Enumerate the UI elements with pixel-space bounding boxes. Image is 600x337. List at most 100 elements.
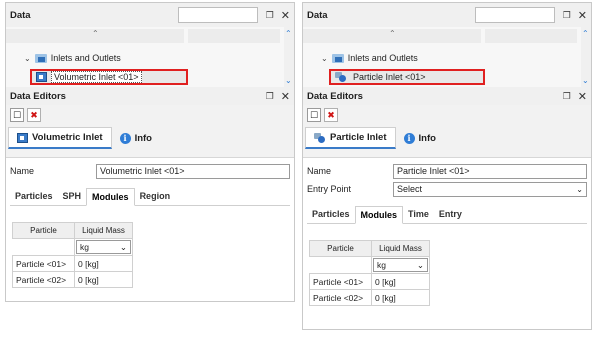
left-panel: Data ❐ ✕ ⌃ ⌃ ⌄ ⌄ Inlets and Outlets Volu… (5, 2, 295, 302)
tab-modules[interactable]: Modules (86, 188, 135, 206)
volumetric-inlet-icon (36, 72, 47, 82)
field-label: Name (10, 166, 35, 176)
collapse-caret-icon[interactable]: ⌃ (92, 29, 99, 38)
particle-inlet-icon (314, 132, 326, 143)
data-editors-title: Data Editors (10, 90, 66, 102)
sub-tabs: Particles SPH Modules Region (10, 186, 290, 206)
tab-label: Info (418, 132, 436, 144)
tree-item-label: Volumetric Inlet <01> (51, 71, 142, 83)
tree-node-inlets[interactable]: ⌄ Inlets and Outlets (321, 53, 418, 63)
data-editors-titlebar: Data Editors ❐ ✕ (6, 87, 294, 105)
close-icon[interactable]: ✕ (578, 9, 587, 22)
tab-region[interactable]: Region (135, 187, 176, 205)
unit-cell: kg ⌄ (371, 256, 430, 274)
name-field[interactable]: Volumetric Inlet <01> (96, 163, 290, 179)
tab-particles[interactable]: Particles (307, 205, 355, 223)
field-value: Select (397, 184, 423, 194)
collapse-caret-icon[interactable]: ⌃ (389, 29, 396, 38)
chevron-down-icon: ⌄ (416, 259, 424, 270)
close-icon[interactable]: ✕ (578, 90, 587, 103)
column-header-liquid-mass: Liquid Mass (74, 222, 133, 239)
tab-sph[interactable]: SPH (58, 187, 87, 205)
unit-select[interactable]: kg ⌄ (373, 258, 428, 272)
data-panel-title: Data (307, 9, 328, 21)
unit-value: kg (377, 260, 386, 270)
tab-info[interactable]: i Info (112, 127, 160, 149)
pin-icon[interactable]: ❐ (266, 10, 274, 21)
tree-item-volumetric-inlet[interactable]: Volumetric Inlet <01> (30, 69, 188, 85)
tab-particle-inlet[interactable]: Particle Inlet (305, 127, 396, 149)
particle-name-cell: Particle <02> (12, 271, 75, 288)
data-editors-titlebar: Data Editors ❐ ✕ (303, 87, 591, 105)
info-icon: i (403, 132, 415, 144)
particle-name-cell: Particle <01> (309, 273, 372, 290)
tree-node-inlets[interactable]: ⌄ Inlets and Outlets (24, 53, 121, 63)
chevron-down-icon: ⌄ (119, 241, 127, 252)
tab-entry[interactable]: Entry (434, 205, 467, 223)
data-editors-title: Data Editors (307, 90, 363, 102)
folder-icon (331, 53, 344, 63)
tree-item-particle-inlet[interactable]: Particle Inlet <01> (329, 69, 485, 85)
tree-node-label: Inlets and Outlets (347, 53, 418, 63)
liquid-mass-cell[interactable]: 0 [kg] (371, 273, 430, 290)
tree-node-label: Inlets and Outlets (50, 53, 121, 63)
particle-inlet-icon (335, 72, 347, 82)
tree-scrollbar[interactable]: ⌃ ⌄ (284, 27, 294, 87)
chevron-down-icon: ⌄ (576, 184, 583, 194)
tab-modules[interactable]: Modules (354, 206, 404, 224)
search-input[interactable] (474, 7, 555, 23)
liquid-mass-cell[interactable]: 0 [kg] (74, 271, 133, 288)
chevron-down-icon[interactable]: ⌄ (24, 54, 31, 63)
liquid-mass-cell[interactable]: 0 [kg] (74, 255, 133, 272)
field-row-entry-point: Entry Point Select ⌄ (303, 180, 591, 198)
tab-particles[interactable]: Particles (10, 187, 58, 205)
data-tree: ⌃ ⌃ ⌄ ⌄ Inlets and Outlets Volumetric In… (6, 27, 294, 87)
chevron-down-icon[interactable]: ⌄ (321, 54, 328, 63)
scroll-up-icon[interactable]: ⌃ (285, 29, 292, 38)
data-titlebar: Data ❐ ✕ (303, 3, 591, 27)
close-icon[interactable]: ✕ (281, 9, 290, 22)
table-row: Particle <02> 0 [kg] (12, 271, 133, 288)
pin-icon[interactable]: ❐ (266, 91, 274, 102)
scroll-down-icon[interactable]: ⌄ (582, 76, 589, 85)
tree-item-label: Particle Inlet <01> (353, 72, 426, 82)
pin-icon[interactable]: ❐ (563, 10, 571, 21)
delete-icon[interactable]: ✖ (27, 108, 41, 122)
close-icon[interactable]: ✕ (281, 90, 290, 103)
tree-scrollbar[interactable]: ⌃ ⌄ (581, 27, 591, 87)
entry-point-select[interactable]: Select ⌄ (393, 181, 587, 197)
grid-blank-cell (310, 257, 372, 274)
modules-grid: Particle Liquid Mass kg ⌄ Particle <01> … (12, 222, 133, 288)
tab-volumetric-inlet[interactable]: Volumetric Inlet (8, 127, 112, 149)
tree-header-cell (188, 29, 280, 43)
field-value: Volumetric Inlet <01> (100, 166, 185, 176)
data-titlebar: Data ❐ ✕ (6, 3, 294, 27)
tab-time[interactable]: Time (403, 205, 434, 223)
pin-icon[interactable]: ❐ (563, 91, 571, 102)
new-document-icon[interactable]: ☐ (307, 108, 321, 122)
tab-info[interactable]: i Info (396, 127, 444, 149)
scroll-up-icon[interactable]: ⌃ (582, 29, 589, 38)
right-panel: Data ❐ ✕ ⌃ ⌃ ⌄ ⌄ Inlets and Outlets Part… (302, 2, 592, 330)
particle-name-cell: Particle <01> (12, 255, 75, 272)
data-tree: ⌃ ⌃ ⌄ ⌄ Inlets and Outlets Particle Inle… (303, 27, 591, 87)
column-header-liquid-mass: Liquid Mass (371, 240, 430, 257)
editor-toolbar: ☐ ✖ (303, 105, 591, 125)
new-document-icon[interactable]: ☐ (10, 108, 24, 122)
unit-select[interactable]: kg ⌄ (76, 240, 131, 254)
delete-icon[interactable]: ✖ (324, 108, 338, 122)
unit-value: kg (80, 242, 89, 252)
tree-header-cell (485, 29, 577, 43)
tab-label: Particle Inlet (330, 132, 387, 143)
tab-label: Volumetric Inlet (32, 132, 103, 143)
search-input[interactable] (177, 7, 258, 23)
editor-form: Name Particle Inlet <01> Entry Point Sel… (303, 157, 591, 329)
editor-tabs: Particle Inlet i Info (303, 125, 591, 149)
folder-icon (34, 53, 47, 63)
liquid-mass-cell[interactable]: 0 [kg] (371, 289, 430, 306)
name-field[interactable]: Particle Inlet <01> (393, 163, 587, 179)
editor-toolbar: ☐ ✖ (6, 105, 294, 125)
info-icon: i (119, 132, 131, 144)
sub-tabs: Particles Modules Time Entry (307, 204, 587, 224)
scroll-down-icon[interactable]: ⌄ (285, 76, 292, 85)
